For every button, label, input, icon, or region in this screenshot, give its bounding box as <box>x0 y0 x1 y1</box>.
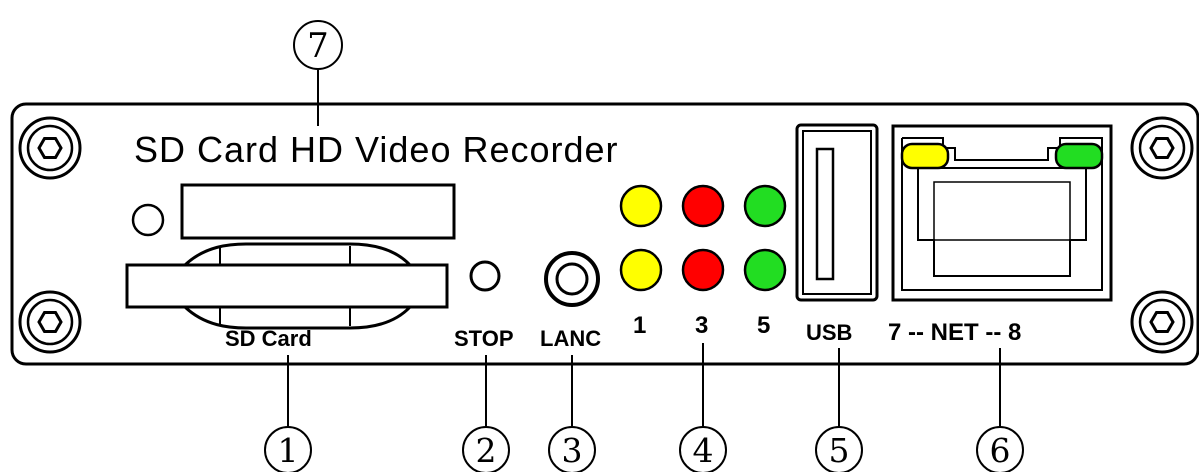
svg-text:5: 5 <box>829 431 850 470</box>
callout-4: 4 <box>679 426 727 472</box>
callout-6: 6 <box>976 426 1024 472</box>
svg-text:2: 2 <box>476 431 497 470</box>
screw-top-right-icon <box>1130 116 1194 180</box>
callout-7: 7 <box>293 20 343 70</box>
screw-bottom-left-icon <box>18 290 82 354</box>
ethernet-led-link <box>900 142 950 170</box>
power-indicator-icon <box>131 203 165 237</box>
callout-5: 5 <box>815 426 863 472</box>
svg-text:3: 3 <box>562 431 583 470</box>
callout-1: 1 <box>264 426 312 472</box>
usb-port[interactable] <box>795 123 879 302</box>
sd-card-slot-lower[interactable] <box>125 242 449 330</box>
lanc-label: LANC <box>540 326 601 351</box>
stop-label: STOP <box>454 326 514 351</box>
led-top-5 <box>743 184 787 228</box>
led-bottom-1 <box>619 248 663 292</box>
led-label-1: 1 <box>633 312 646 339</box>
recorder-front-panel-diagram: SD Card HD Video Recorder SD Card STOP L… <box>10 20 1199 472</box>
svg-text:7: 7 <box>307 26 329 66</box>
screw-top-left-icon <box>18 116 82 180</box>
ethernet-led-activity <box>1054 142 1104 170</box>
stop-button[interactable] <box>469 260 501 292</box>
led-label-3: 3 <box>695 312 708 339</box>
led-bottom-5 <box>743 248 787 292</box>
net-label: 7 -- NET -- 8 <box>888 319 1021 346</box>
svg-text:4: 4 <box>693 431 714 470</box>
led-top-3 <box>681 184 725 228</box>
callout-3: 3 <box>548 426 596 472</box>
screw-bottom-right-icon <box>1130 290 1194 354</box>
sd-card-label: SD Card <box>225 326 312 351</box>
usb-label: USB <box>806 320 852 345</box>
panel-title: SD Card HD Video Recorder <box>134 129 619 170</box>
svg-text:1: 1 <box>278 431 299 470</box>
callout-2: 2 <box>462 426 510 472</box>
sd-card-slot-upper[interactable] <box>180 183 456 240</box>
svg-text:6: 6 <box>990 431 1011 470</box>
led-bottom-3 <box>681 248 725 292</box>
lanc-jack[interactable] <box>544 251 600 307</box>
led-label-5: 5 <box>757 312 770 339</box>
led-top-1 <box>619 184 663 228</box>
